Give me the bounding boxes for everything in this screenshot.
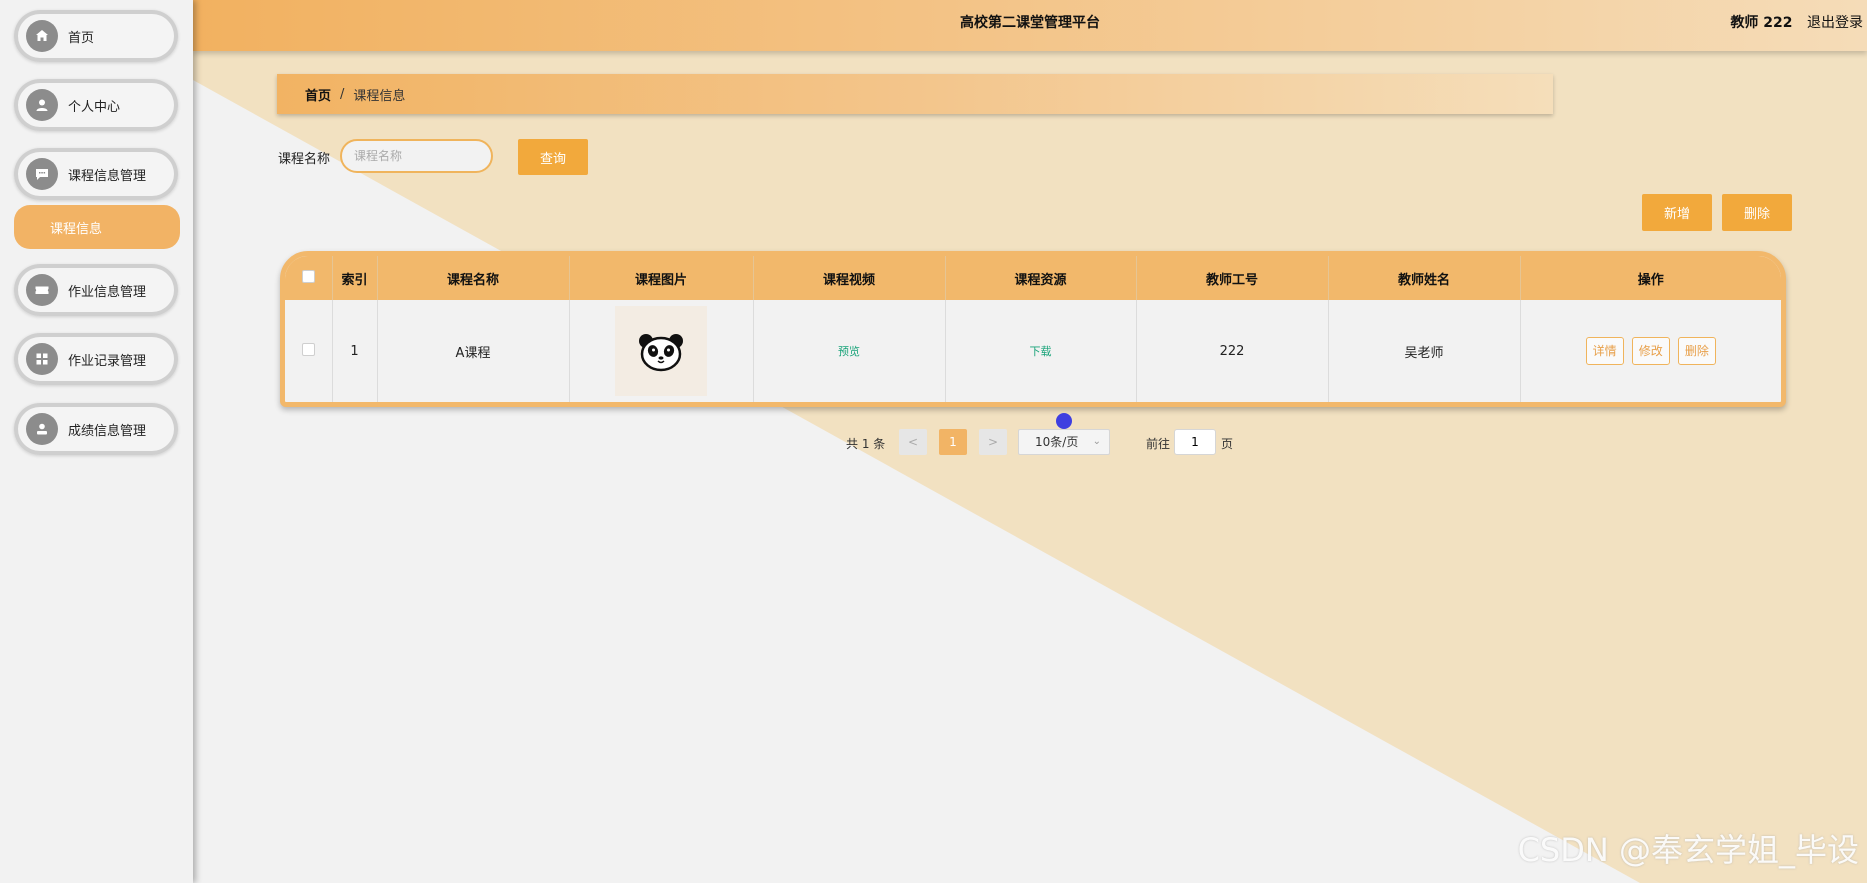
sidebar-item-grade-manage[interactable]: 成绩信息管理 [14,403,178,455]
table-row: 1 A课程 预览 下载 222 吴老师 详情 修改 删除 [285,300,1781,402]
table-header-row: 索引 课程名称 课程图片 课程视频 课程资源 教师工号 教师姓名 操作 [285,256,1781,300]
row-checkbox[interactable] [301,342,315,356]
video-preview-link[interactable]: 预览 [838,345,860,358]
detail-button[interactable]: 详情 [1585,337,1624,365]
edit-button[interactable]: 修改 [1631,337,1670,365]
row-select-cell [285,300,333,402]
sidebar-item-homework-record[interactable]: 作业记录管理 [14,333,178,385]
user-name: 教师 222 [1730,15,1793,31]
sidebar-item-label: 个人中心 [68,99,121,115]
table-header-cell: 课程图片 [569,256,754,300]
cell-course-resource: 下载 [945,300,1137,402]
table-header-cell: 课程名称 [377,256,570,300]
home-icon [26,20,58,52]
header-user-area: 教师 222 退出登录 [1730,0,1863,46]
chat-icon [26,158,58,190]
batch-delete-button[interactable]: 删除 [1722,194,1792,231]
sidebar-item-label: 课程信息管理 [68,168,147,184]
cell-index: 1 [332,300,378,402]
cell-course-video: 预览 [753,300,946,402]
main-content: 首页 / 课程信息 课程名称 查询 新增 删除 索引 课程名称 课程图片 课程视… [193,51,1867,883]
sidebar-item-course-manage[interactable]: 课程信息管理 [14,148,178,200]
course-table: 索引 课程名称 课程图片 课程视频 课程资源 教师工号 教师姓名 操作 1 A课… [280,251,1786,407]
header-select-all[interactable] [285,256,333,300]
table-header-cell: 教师姓名 [1328,256,1521,300]
user-icon [26,89,58,121]
top-header: 高校第二课堂管理平台 教师 222 退出登录 [193,0,1867,51]
breadcrumb-current: 课程信息 [353,88,406,104]
pagination-goto-label: 前往 [1146,437,1171,451]
search-label: 课程名称 [278,152,331,167]
sidebar-item-label: 成绩信息管理 [68,423,147,439]
sidebar-subitem-label: 课程信息 [50,221,103,237]
cell-teacher-name: 吴老师 [1328,300,1521,402]
table-header-cell: 教师工号 [1136,256,1329,300]
logout-link[interactable]: 退出登录 [1807,15,1863,31]
add-button[interactable]: 新增 [1642,194,1712,231]
sidebar-item-label: 首页 [68,30,95,46]
cell-course-image [569,300,754,402]
pagination-goto-input[interactable] [1174,429,1216,455]
sidebar-item-label: 作业信息管理 [68,284,147,300]
pagination-page-1[interactable]: 1 [939,429,967,455]
watermark: CSDN @奉玄学姐_毕设 [1517,831,1859,869]
table-header-cell: 课程资源 [945,256,1137,300]
pagination-unit-label: 页 [1221,437,1234,451]
table-header-cell: 索引 [332,256,378,300]
pagination-prev-button[interactable]: < [899,429,927,455]
resource-download-link[interactable]: 下载 [1030,345,1052,358]
sidebar-item-label: 作业记录管理 [68,353,147,369]
panda-image [615,306,707,396]
sidebar-subitem-course-info[interactable]: 课程信息 [14,205,180,249]
breadcrumb: 首页 / 课程信息 [277,74,1553,114]
grid-icon [26,343,58,375]
mouse-cursor-indicator [1056,413,1072,429]
sidebar-item-profile[interactable]: 个人中心 [14,79,178,131]
page-size-value: 10条/页 [1035,435,1079,449]
pagination-next-button[interactable]: > [979,429,1007,455]
table-header-cell: 课程视频 [753,256,946,300]
breadcrumb-separator: / [340,86,345,102]
course-name-search-input[interactable] [340,139,493,173]
chevron-down-icon: ⌄ [1092,436,1101,447]
page-size-select[interactable]: 10条/页 ⌄ [1018,429,1110,455]
ticket-icon [26,274,58,306]
sidebar: 首页 个人中心 课程信息管理 课程信息 作业信息管理 作业记录管理 成绩信息管理 [0,0,193,883]
app-title: 高校第二课堂管理平台 [960,15,1100,31]
table-header-cell: 操作 [1637,272,1664,288]
cell-course-name: A课程 [377,300,570,402]
breadcrumb-home[interactable]: 首页 [305,85,331,104]
cell-operations: 详情 修改 删除 [1520,300,1781,402]
delete-button[interactable]: 删除 [1677,337,1716,365]
person-icon [26,413,58,445]
select-all-checkbox[interactable] [301,269,315,283]
cell-teacher-id: 222 [1136,300,1329,402]
pagination-total: 共 1 条 [846,437,886,451]
query-button[interactable]: 查询 [518,139,588,175]
sidebar-item-home[interactable]: 首页 [14,10,178,62]
sidebar-item-homework-manage[interactable]: 作业信息管理 [14,264,178,316]
